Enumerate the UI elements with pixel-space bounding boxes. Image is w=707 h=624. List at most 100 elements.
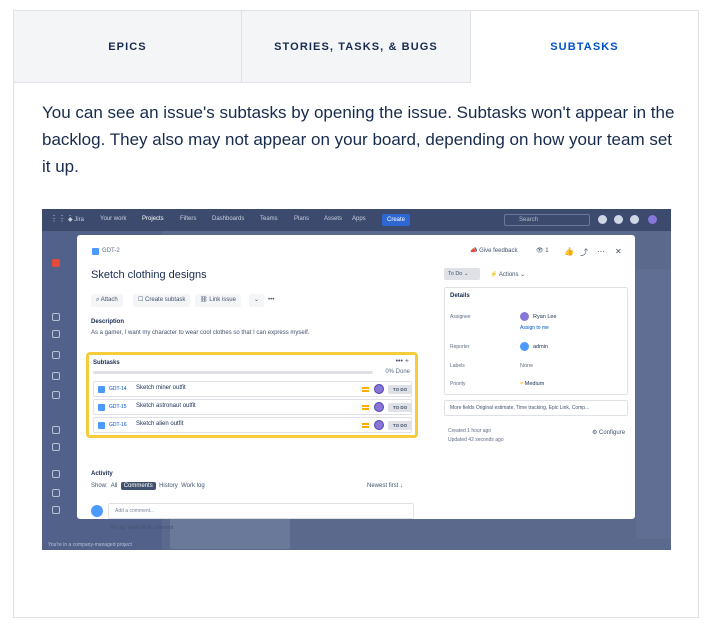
filter-history: History	[159, 483, 178, 489]
watchers: 👁 1	[536, 248, 549, 254]
actions-menu: ⚡ Actions ⌄	[490, 272, 526, 278]
avatar	[91, 505, 103, 517]
assignee-label: Assignee	[450, 314, 471, 320]
close-icon: ✕	[615, 247, 622, 256]
more-dropdown-button: ⌄	[249, 294, 265, 307]
status-badge: TO DO	[388, 403, 412, 412]
subtask-key: GDT-16	[109, 422, 127, 428]
sidebar-item-icon	[52, 470, 60, 478]
nav-filters: Filters	[180, 216, 197, 222]
sort-order: Newest first ↓	[367, 483, 404, 489]
activity-label: Activity	[91, 471, 113, 477]
status-badge: TO DO	[388, 421, 412, 430]
subtask-row: GDT-15 Sketch astronaut outfit TO DO	[93, 399, 412, 415]
sidebar-item-icon	[52, 313, 60, 321]
subtask-row: GDT-16 Sketch alien outfit TO DO	[93, 417, 412, 433]
sidebar-item-icon	[52, 443, 60, 451]
subtask-type-icon	[92, 248, 99, 255]
subtasks-label: Subtasks	[93, 360, 120, 366]
jira-screenshot: ⋮⋮⋮ ◆ Jira Your work Projects Filters Da…	[42, 209, 671, 550]
avatar	[374, 402, 384, 412]
give-feedback: 📣 Give feedback	[470, 248, 518, 254]
labels-label: Labels	[450, 363, 465, 369]
subtask-row: GDT-14 Sketch miner outfit TO DO	[93, 381, 412, 397]
progress-text: 0% Done	[385, 369, 410, 375]
subtask-name: Sketch astronaut outfit	[136, 403, 196, 409]
priority-medium-icon	[362, 423, 369, 428]
nav-assets: Assets	[324, 216, 343, 222]
content-card: EPICS STORIES, TASKS, & BUGS SUBTASKS Yo…	[13, 10, 699, 618]
filter-all: All	[110, 483, 118, 489]
description-value: As a gamer, I want my character to wear …	[91, 330, 310, 336]
nav-teams: Teams	[260, 216, 278, 222]
notification-icon	[598, 215, 607, 224]
sidebar-footer: You're in a company-managed project	[48, 542, 132, 548]
avatar	[520, 342, 529, 351]
avatar	[374, 420, 384, 430]
priority-value: = Medium	[520, 381, 545, 387]
issue-modal: GDT-2 Sketch clothing designs ⌕ Attach ☐…	[77, 235, 635, 531]
subtask-name: Sketch alien outfit	[136, 421, 184, 427]
avatar	[648, 215, 657, 224]
settings-icon	[630, 215, 639, 224]
reporter-label: Reporter	[450, 344, 470, 350]
more-fields: More fields Original estimate, Time trac…	[444, 400, 628, 416]
subtasks-panel: Subtasks ••• + 0% Done GDT-14 Sketch min…	[86, 352, 418, 438]
tab-subtasks[interactable]: SUBTASKS	[471, 11, 698, 83]
progress-bar	[93, 371, 373, 374]
nav-dashboards: Dashboards	[212, 216, 245, 222]
assignee-value: Ryan Lee	[533, 314, 557, 320]
share-icon: ⤴	[580, 248, 588, 257]
nav-projects: Projects	[142, 216, 164, 222]
comment-input: Add a comment...	[108, 503, 414, 519]
issue-key: GDT-2	[102, 248, 120, 254]
details-panel: Details Assignee Ryan Lee Assign to me R…	[444, 287, 628, 395]
subtask-icon	[98, 404, 105, 411]
tab-bar: EPICS STORIES, TASKS, & BUGS SUBTASKS	[14, 11, 698, 83]
subtask-key: GDT-14	[109, 386, 127, 392]
reporter-value: admin	[533, 344, 548, 350]
create-button: Create	[382, 214, 410, 226]
tab-stories-tasks-bugs[interactable]: STORIES, TASKS, & BUGS	[242, 11, 471, 83]
search-input: Search	[504, 214, 590, 226]
attach-button: ⌕ Attach	[91, 294, 123, 307]
subtask-name: Sketch miner outfit	[136, 385, 186, 391]
project-icon	[52, 259, 60, 267]
sidebar-item-icon	[52, 391, 60, 399]
avatar	[374, 384, 384, 394]
pro-tip: Pro tip: press M to comment	[111, 525, 174, 531]
filter-work-log: Work log	[181, 483, 205, 489]
more-icon: •••	[268, 297, 275, 303]
sidebar-item-icon	[52, 489, 60, 497]
assign-to-me-link: Assign to me	[520, 325, 549, 331]
filter-comments: Comments	[120, 482, 156, 490]
like-icon: 👍	[564, 247, 574, 256]
configure-button: ⚙ Configure	[592, 430, 626, 436]
priority-medium-icon	[362, 387, 369, 392]
description-text: You can see an issue's subtasks by openi…	[42, 103, 675, 176]
status-badge: TO DO	[388, 385, 412, 394]
tab-epics[interactable]: EPICS	[14, 11, 242, 83]
help-icon	[614, 215, 623, 224]
sidebar-item-icon	[52, 330, 60, 338]
status-dropdown: To Do ⌄	[444, 268, 480, 280]
subtask-icon	[98, 386, 105, 393]
nav-plans: Plans	[294, 216, 310, 222]
jira-logo: ◆ Jira	[68, 217, 84, 223]
subtask-icon	[98, 422, 105, 429]
priority-medium-icon	[362, 405, 369, 410]
sidebar-item-icon	[52, 506, 60, 514]
description-label: Description	[91, 319, 125, 325]
issue-side-panel: 📣 Give feedback 👁 1 👍 ⤴ ⋯ ✕ To Do ⌄ ⚡ Ac…	[442, 235, 635, 519]
sidebar-item-icon	[52, 351, 60, 359]
board-background	[636, 269, 671, 539]
nav-your-work: Your work	[100, 216, 127, 222]
link-issue-button: ⛓ Link issue	[195, 294, 241, 307]
labels-value: None	[520, 363, 534, 369]
subtasks-controls: ••• +	[395, 358, 409, 365]
priority-label: Priority	[450, 381, 466, 387]
avatar	[520, 312, 529, 321]
nav-apps: Apps	[352, 216, 366, 222]
timestamps: Created 1 hour ago Updated 42 seconds ag…	[448, 428, 504, 443]
more-icon: ⋯	[597, 247, 605, 256]
